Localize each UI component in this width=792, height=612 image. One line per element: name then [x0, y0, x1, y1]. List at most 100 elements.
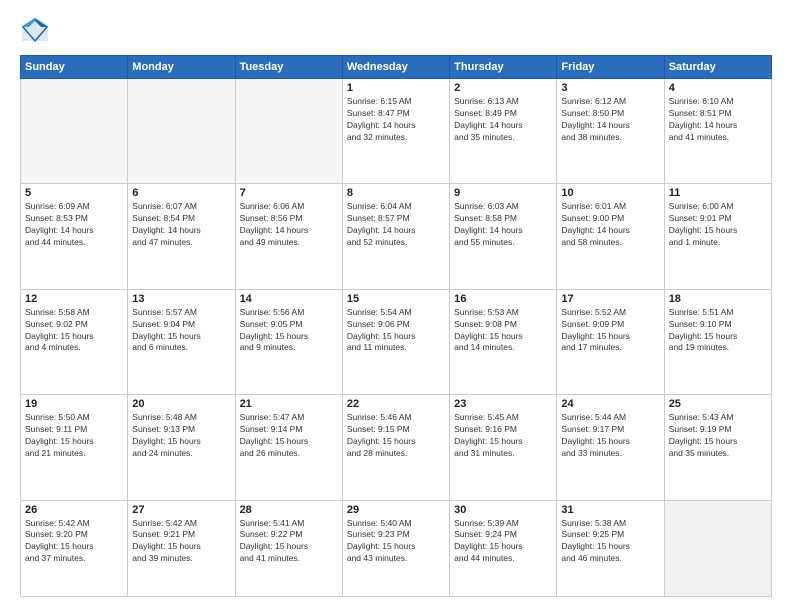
day-number: 17 [561, 293, 659, 305]
calendar-cell [235, 79, 342, 184]
calendar-cell: 3Sunrise: 6:12 AMSunset: 8:50 PMDaylight… [557, 79, 664, 184]
day-info: Sunrise: 6:06 AMSunset: 8:56 PMDaylight:… [240, 201, 338, 249]
day-info: Sunrise: 5:48 AMSunset: 9:13 PMDaylight:… [132, 412, 230, 460]
day-info: Sunrise: 5:47 AMSunset: 9:14 PMDaylight:… [240, 412, 338, 460]
calendar-cell: 28 Sunrise: 5:41 AMSunset: 9:22 PMDayligh… [235, 500, 342, 596]
day-info: Sunrise: 5:40 AMSunset: 9:23 PMDaylight:… [347, 518, 445, 566]
calendar-cell [128, 79, 235, 184]
day-info: Sunrise: 5:46 AMSunset: 9:15 PMDaylight:… [347, 412, 445, 460]
day-number: 1 [347, 82, 445, 94]
day-info: Sunrise: 6:10 AMSunset: 8:51 PMDaylight:… [669, 96, 767, 144]
calendar-cell: 31 Sunrise: 5:38 AMSunset: 9:25 PMDayligh… [557, 500, 664, 596]
day-info: Sunrise: 5:42 AMSunset: 9:20 PMDaylight:… [25, 518, 123, 566]
week-row-2: 5Sunrise: 6:09 AMSunset: 8:53 PMDaylight… [21, 184, 772, 289]
week-row-3: 12 Sunrise: 5:58 AMSunset: 9:02 PMDayligh… [21, 289, 772, 394]
day-info: Sunrise: 6:12 AMSunset: 8:50 PMDaylight:… [561, 96, 659, 144]
calendar-cell: 8Sunrise: 6:04 AMSunset: 8:57 PMDaylight… [342, 184, 449, 289]
header-row: SundayMondayTuesdayWednesdayThursdayFrid… [21, 56, 772, 79]
day-number: 15 [347, 293, 445, 305]
calendar-cell: 5Sunrise: 6:09 AMSunset: 8:53 PMDaylight… [21, 184, 128, 289]
day-info: Sunrise: 5:50 AMSunset: 9:11 PMDaylight:… [25, 412, 123, 460]
day-number: 13 [132, 293, 230, 305]
day-number: 16 [454, 293, 552, 305]
day-number: 18 [669, 293, 767, 305]
page: SundayMondayTuesdayWednesdayThursdayFrid… [0, 0, 792, 612]
calendar-cell: 9 Sunrise: 6:03 AMSunset: 8:58 PMDaylight… [450, 184, 557, 289]
day-info: Sunrise: 6:01 AMSunset: 9:00 PMDaylight:… [561, 201, 659, 249]
calendar-cell: 29 Sunrise: 5:40 AMSunset: 9:23 PMDayligh… [342, 500, 449, 596]
calendar-cell: 20 Sunrise: 5:48 AMSunset: 9:13 PMDayligh… [128, 395, 235, 500]
day-number: 30 [454, 504, 552, 516]
day-info: Sunrise: 5:44 AMSunset: 9:17 PMDaylight:… [561, 412, 659, 460]
week-row-4: 19 Sunrise: 5:50 AMSunset: 9:11 PMDayligh… [21, 395, 772, 500]
calendar-cell: 26 Sunrise: 5:42 AMSunset: 9:20 PMDayligh… [21, 500, 128, 596]
calendar-cell: 17Sunrise: 5:52 AMSunset: 9:09 PMDayligh… [557, 289, 664, 394]
calendar-cell [21, 79, 128, 184]
day-number: 8 [347, 187, 445, 199]
calendar-cell [664, 500, 771, 596]
day-info: Sunrise: 5:58 AMSunset: 9:02 PMDaylight:… [25, 307, 123, 355]
calendar-cell: 11Sunrise: 6:00 AMSunset: 9:01 PMDayligh… [664, 184, 771, 289]
day-info: Sunrise: 5:45 AMSunset: 9:16 PMDaylight:… [454, 412, 552, 460]
day-number: 22 [347, 398, 445, 410]
day-number: 21 [240, 398, 338, 410]
day-number: 4 [669, 82, 767, 94]
day-number: 20 [132, 398, 230, 410]
day-number: 9 [454, 187, 552, 199]
calendar-cell: 15 Sunrise: 5:54 AMSunset: 9:06 PMDayligh… [342, 289, 449, 394]
day-number: 6 [132, 187, 230, 199]
week-row-5: 26 Sunrise: 5:42 AMSunset: 9:20 PMDayligh… [21, 500, 772, 596]
day-info: Sunrise: 6:07 AMSunset: 8:54 PMDaylight:… [132, 201, 230, 249]
day-info: Sunrise: 6:03 AMSunset: 8:58 PMDaylight:… [454, 201, 552, 249]
day-number: 12 [25, 293, 123, 305]
day-number: 24 [561, 398, 659, 410]
day-number: 29 [347, 504, 445, 516]
calendar-cell: 24 Sunrise: 5:44 AMSunset: 9:17 PMDayligh… [557, 395, 664, 500]
day-info: Sunrise: 5:41 AMSunset: 9:22 PMDaylight:… [240, 518, 338, 566]
calendar-table: SundayMondayTuesdayWednesdayThursdayFrid… [20, 55, 772, 597]
calendar-cell: 7 Sunrise: 6:06 AMSunset: 8:56 PMDaylight… [235, 184, 342, 289]
calendar-cell: 22 Sunrise: 5:46 AMSunset: 9:15 PMDayligh… [342, 395, 449, 500]
day-number: 5 [25, 187, 123, 199]
calendar-cell: 13 Sunrise: 5:57 AMSunset: 9:04 PMDayligh… [128, 289, 235, 394]
day-info: Sunrise: 6:13 AMSunset: 8:49 PMDaylight:… [454, 96, 552, 144]
header [20, 15, 772, 45]
calendar-cell: 12 Sunrise: 5:58 AMSunset: 9:02 PMDayligh… [21, 289, 128, 394]
day-info: Sunrise: 5:42 AMSunset: 9:21 PMDaylight:… [132, 518, 230, 566]
day-header-tuesday: Tuesday [235, 56, 342, 79]
day-number: 31 [561, 504, 659, 516]
calendar-cell: 25Sunrise: 5:43 AMSunset: 9:19 PMDayligh… [664, 395, 771, 500]
calendar-cell: 10 Sunrise: 6:01 AMSunset: 9:00 PMDayligh… [557, 184, 664, 289]
day-number: 28 [240, 504, 338, 516]
logo-icon [20, 15, 50, 45]
day-number: 2 [454, 82, 552, 94]
calendar-cell: 6 Sunrise: 6:07 AMSunset: 8:54 PMDaylight… [128, 184, 235, 289]
day-header-saturday: Saturday [664, 56, 771, 79]
day-number: 26 [25, 504, 123, 516]
calendar-cell: 4 Sunrise: 6:10 AMSunset: 8:51 PMDaylight… [664, 79, 771, 184]
calendar-cell: 27 Sunrise: 5:42 AMSunset: 9:21 PMDayligh… [128, 500, 235, 596]
calendar-cell: 19 Sunrise: 5:50 AMSunset: 9:11 PMDayligh… [21, 395, 128, 500]
calendar-cell: 16 Sunrise: 5:53 AMSunset: 9:08 PMDayligh… [450, 289, 557, 394]
calendar-cell: 18 Sunrise: 5:51 AMSunset: 9:10 PMDayligh… [664, 289, 771, 394]
day-info: Sunrise: 5:51 AMSunset: 9:10 PMDaylight:… [669, 307, 767, 355]
day-number: 19 [25, 398, 123, 410]
day-number: 23 [454, 398, 552, 410]
day-number: 27 [132, 504, 230, 516]
day-header-friday: Friday [557, 56, 664, 79]
day-info: Sunrise: 5:54 AMSunset: 9:06 PMDaylight:… [347, 307, 445, 355]
day-info: Sunrise: 5:53 AMSunset: 9:08 PMDaylight:… [454, 307, 552, 355]
day-header-sunday: Sunday [21, 56, 128, 79]
day-number: 7 [240, 187, 338, 199]
day-info: Sunrise: 5:56 AMSunset: 9:05 PMDaylight:… [240, 307, 338, 355]
day-header-monday: Monday [128, 56, 235, 79]
day-info: Sunrise: 5:57 AMSunset: 9:04 PMDaylight:… [132, 307, 230, 355]
calendar-cell: 21 Sunrise: 5:47 AMSunset: 9:14 PMDayligh… [235, 395, 342, 500]
day-info: Sunrise: 5:38 AMSunset: 9:25 PMDaylight:… [561, 518, 659, 566]
day-info: Sunrise: 6:00 AMSunset: 9:01 PMDaylight:… [669, 201, 767, 249]
day-number: 10 [561, 187, 659, 199]
day-info: Sunrise: 6:15 AMSunset: 8:47 PMDaylight:… [347, 96, 445, 144]
calendar-cell: 30Sunrise: 5:39 AMSunset: 9:24 PMDayligh… [450, 500, 557, 596]
day-header-thursday: Thursday [450, 56, 557, 79]
calendar-cell: 1 Sunrise: 6:15 AMSunset: 8:47 PMDaylight… [342, 79, 449, 184]
